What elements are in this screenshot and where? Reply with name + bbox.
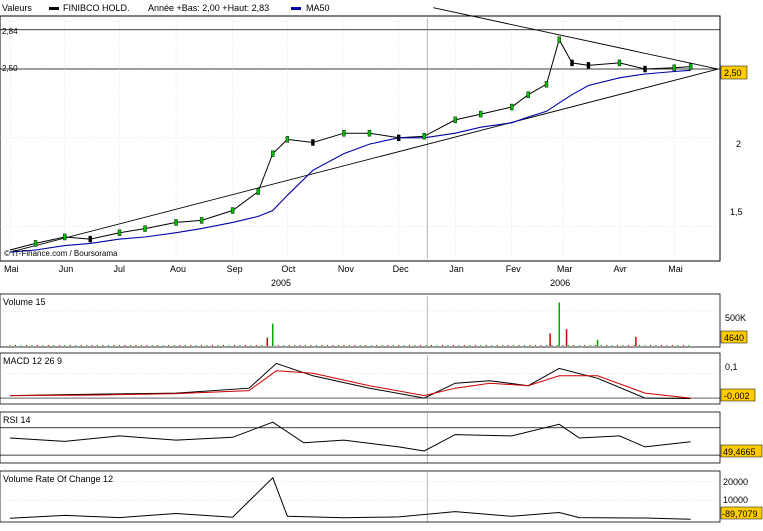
rsi-last-value: 49,4665 (723, 447, 756, 457)
vroc-last-value: -89,7079 (722, 509, 758, 519)
price-candle (199, 217, 204, 224)
price-candle (570, 59, 574, 67)
price-candle (342, 130, 346, 137)
price-candle (586, 62, 591, 69)
stock-chart-svg: Mai Jun Jul Aou Sep Oct Nov Dec Jan Fev Mar Avr Mai 2… (0, 3, 763, 523)
price-candle (117, 229, 122, 236)
macd-y-tick: 0,1 (725, 362, 738, 372)
copyright-text: © IT-Finance.com / Boursorama (4, 249, 118, 258)
price-candle (617, 59, 622, 67)
volume-panel (0, 293, 721, 348)
price-candle (143, 225, 147, 232)
price-candle (643, 65, 647, 73)
last-price-value: 2,50 (724, 68, 742, 78)
price-candle (672, 64, 676, 71)
macd-line (9, 362, 691, 399)
price-candle (367, 130, 372, 137)
x-year-label: 2005 (271, 278, 291, 288)
price-candle (396, 134, 401, 142)
x-tick-label: Mai (668, 264, 683, 274)
x-axis: Mai Jun Jul Aou Sep Oct Nov Dec Jan Fev Mar Avr Mai 2… (4, 264, 683, 288)
volume-frame (0, 293, 721, 348)
header-valeurs-label: Valeurs (2, 3, 32, 13)
ref-level-label-high: 2,84 (2, 27, 18, 36)
x-tick-label: Fev (506, 264, 522, 274)
price-candle (256, 188, 260, 195)
vroc-y-tick-20000: 20000 (723, 477, 748, 487)
chart-stage: Mai Jun Jul Aou Sep Oct Nov Dec Jan Fev Mar Avr Mai 2… (0, 0, 763, 529)
ref-level-label-mid: 2,50 (2, 64, 18, 73)
x-tick-label: Nov (338, 264, 355, 274)
y-tick-2: 2 (736, 139, 741, 149)
x-tick-label: Jun (59, 264, 74, 274)
x-tick-label: Aou (170, 264, 186, 274)
price-candle (422, 133, 426, 140)
main-panel-frame (0, 15, 721, 262)
x-tick-label: Mar (557, 264, 573, 274)
x-year-label: 2006 (550, 278, 570, 288)
price-candle (33, 240, 38, 247)
year-range-text: Année +Bas: 2,00 +Haut: 2,83 (148, 3, 269, 13)
rsi-panel (0, 411, 721, 464)
x-tick-label: Avr (613, 264, 626, 274)
rsi-line (9, 421, 691, 452)
price-candle (285, 136, 290, 143)
x-tick-label: Oct (281, 264, 296, 274)
price-candle (544, 80, 549, 88)
price-candle (688, 63, 693, 70)
y-tick-1-5: 1,5 (730, 207, 743, 217)
vroc-line (9, 476, 691, 520)
x-tick-label: Sep (227, 264, 243, 274)
x-tick-label: Jan (449, 264, 464, 274)
price-candle (453, 116, 457, 124)
x-tick-label: Mai (4, 264, 19, 274)
macd-panel (0, 352, 721, 405)
ma50-legend-label: MA50 (306, 3, 330, 13)
price-candle (557, 36, 561, 43)
vroc-y-tick-10000: 10000 (723, 495, 748, 505)
price-candle (271, 150, 275, 157)
price-candle (311, 139, 315, 146)
price-candle (479, 110, 483, 118)
ma50-legend-swatch (291, 7, 301, 10)
rsi-panel-title: RSI 14 (3, 415, 31, 425)
price-candle (174, 219, 178, 226)
price-candle (63, 233, 67, 241)
x-tick-label: Dec (393, 264, 410, 274)
volume-y-tick: 500K (725, 313, 746, 323)
price-candle (88, 235, 92, 243)
macd-frame (0, 352, 721, 405)
x-tick-label: Jul (113, 264, 125, 274)
price-candle (510, 103, 514, 111)
price-candle (230, 207, 235, 214)
price-legend-swatch (49, 7, 59, 10)
macd-panel-title: MACD 12 26 9 (3, 356, 62, 366)
volume-panel-title: Volume 15 (3, 297, 46, 307)
volume-last-value: 4640 (724, 333, 744, 343)
vroc-panel-title: Volume Rate Of Change 12 (3, 474, 113, 484)
macd-last-value: -0,002 (724, 391, 750, 401)
price-candle (526, 91, 530, 98)
stock-name: FINIBCO HOLD. (63, 3, 130, 13)
